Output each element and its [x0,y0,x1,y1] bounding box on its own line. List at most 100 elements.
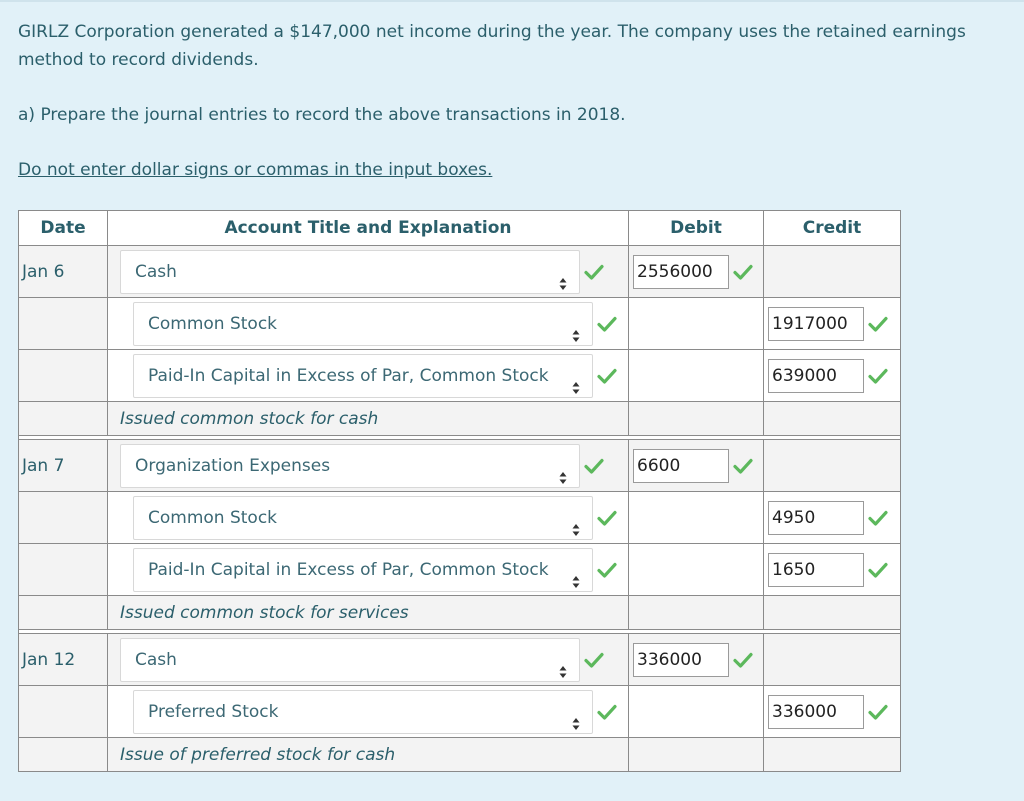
journal-line: Jan 7 Organization Expenses 6600 [18,439,901,492]
up-down-chevron-icon [559,653,567,678]
account-select-value: Common Stock [148,507,278,528]
account-cell: Cash [107,245,629,298]
header-credit: Credit [763,210,901,246]
debit-cell-empty [628,349,764,402]
entry-date: Jan 12 [18,633,108,686]
debit-cell-empty [628,297,764,350]
up-down-chevron-icon [572,369,580,394]
up-down-chevron-icon [572,511,580,536]
check-icon [868,704,888,720]
explanation-row: Issue of preferred stock for cash [18,737,901,772]
entry-explanation: Issued common stock for cash [107,401,629,436]
up-down-chevron-icon [572,317,580,342]
credit-cell: 1650 [763,543,901,596]
top-border [0,0,1024,2]
journal-line: Preferred Stock 336000 [18,685,901,738]
credit-amount-input[interactable]: 1917000 [768,306,864,341]
entry-date: Jan 7 [18,439,108,492]
input-instruction-note: Do not enter dollar signs or commas in t… [18,160,493,180]
check-icon [584,264,604,280]
entry-date-empty [18,685,108,738]
up-down-chevron-icon [559,265,567,290]
debit-cell: 336000 [628,633,764,686]
account-select-value: Organization Expenses [135,455,331,476]
header-account: Account Title and Explanation [107,210,629,246]
account-select-value: Preferred Stock [148,701,279,722]
check-icon [868,562,888,578]
account-cell: Paid-In Capital in Excess of Par, Common… [107,543,629,596]
account-cell: Paid-In Capital in Excess of Par, Common… [107,349,629,402]
account-cell: Common Stock [107,297,629,350]
account-select[interactable]: Common Stock [133,495,593,540]
credit-cell: 4950 [763,491,901,544]
account-select[interactable]: Paid-In Capital in Excess of Par, Common… [133,353,593,398]
entry-date-empty [18,297,108,350]
journal-entry-table: Date Account Title and Explanation Debit… [18,210,901,772]
entry-explanation: Issue of preferred stock for cash [107,737,629,772]
credit-amount-input[interactable]: 336000 [768,694,864,729]
check-icon [868,316,888,332]
credit-cell: 336000 [763,685,901,738]
account-cell: Preferred Stock [107,685,629,738]
up-down-chevron-icon [559,459,567,484]
question-intro: GIRLZ Corporation generated a $147,000 n… [18,22,966,70]
account-select-value: Paid-In Capital in Excess of Par, Common… [148,365,549,386]
journal-line: Common Stock 4950 [18,491,901,544]
account-select[interactable]: Organization Expenses [120,443,580,488]
check-icon [597,368,617,384]
credit-cell-empty [763,633,901,686]
check-icon [584,458,604,474]
account-cell: Cash [107,633,629,686]
debit-cell-empty [628,543,764,596]
up-down-chevron-icon [572,705,580,730]
account-select-value: Cash [135,261,177,282]
check-icon [597,562,617,578]
check-icon [597,510,617,526]
check-icon [868,368,888,384]
check-icon [584,652,604,668]
debit-amount-input[interactable]: 336000 [633,642,729,677]
debit-amount-input[interactable]: 6600 [633,448,729,483]
account-select[interactable]: Cash [120,637,580,682]
account-select-value: Cash [135,649,177,670]
entry-date-empty [18,543,108,596]
journal-line: Common Stock 1917000 [18,297,901,350]
debit-cell: 6600 [628,439,764,492]
debit-cell-empty [628,685,764,738]
entry-explanation: Issued common stock for services [107,595,629,630]
account-select[interactable]: Preferred Stock [133,689,593,734]
account-select[interactable]: Cash [120,249,580,294]
credit-amount-input[interactable]: 1650 [768,552,864,587]
explanation-row: Issued common stock for services [18,595,901,630]
journal-line: Paid-In Capital in Excess of Par, Common… [18,543,901,596]
entry-date-empty [18,349,108,402]
check-icon [597,316,617,332]
check-icon [733,458,753,474]
check-icon [868,510,888,526]
question-part-a: a) Prepare the journal entries to record… [18,105,626,125]
journal-line: Paid-In Capital in Excess of Par, Common… [18,349,901,402]
debit-cell: 2556000 [628,245,764,298]
check-icon [597,704,617,720]
header-debit: Debit [628,210,764,246]
entry-date-empty [18,491,108,544]
credit-amount-input[interactable]: 4950 [768,500,864,535]
check-icon [733,652,753,668]
credit-cell: 1917000 [763,297,901,350]
entry-date: Jan 6 [18,245,108,298]
journal-line: Jan 6 Cash 2556000 [18,245,901,298]
account-select[interactable]: Common Stock [133,301,593,346]
account-select-value: Paid-In Capital in Excess of Par, Common… [148,559,549,580]
explanation-row: Issued common stock for cash [18,401,901,436]
journal-body: Jan 6 Cash 2556000 Common Stock 1917000 Paid-… [18,245,901,772]
check-icon [733,264,753,280]
credit-cell-empty [763,245,901,298]
debit-amount-input[interactable]: 2556000 [633,254,729,289]
account-select[interactable]: Paid-In Capital in Excess of Par, Common… [133,547,593,592]
header-date: Date [18,210,108,246]
account-cell: Organization Expenses [107,439,629,492]
credit-cell-empty [763,439,901,492]
credit-cell: 639000 [763,349,901,402]
debit-cell-empty [628,491,764,544]
credit-amount-input[interactable]: 639000 [768,358,864,393]
